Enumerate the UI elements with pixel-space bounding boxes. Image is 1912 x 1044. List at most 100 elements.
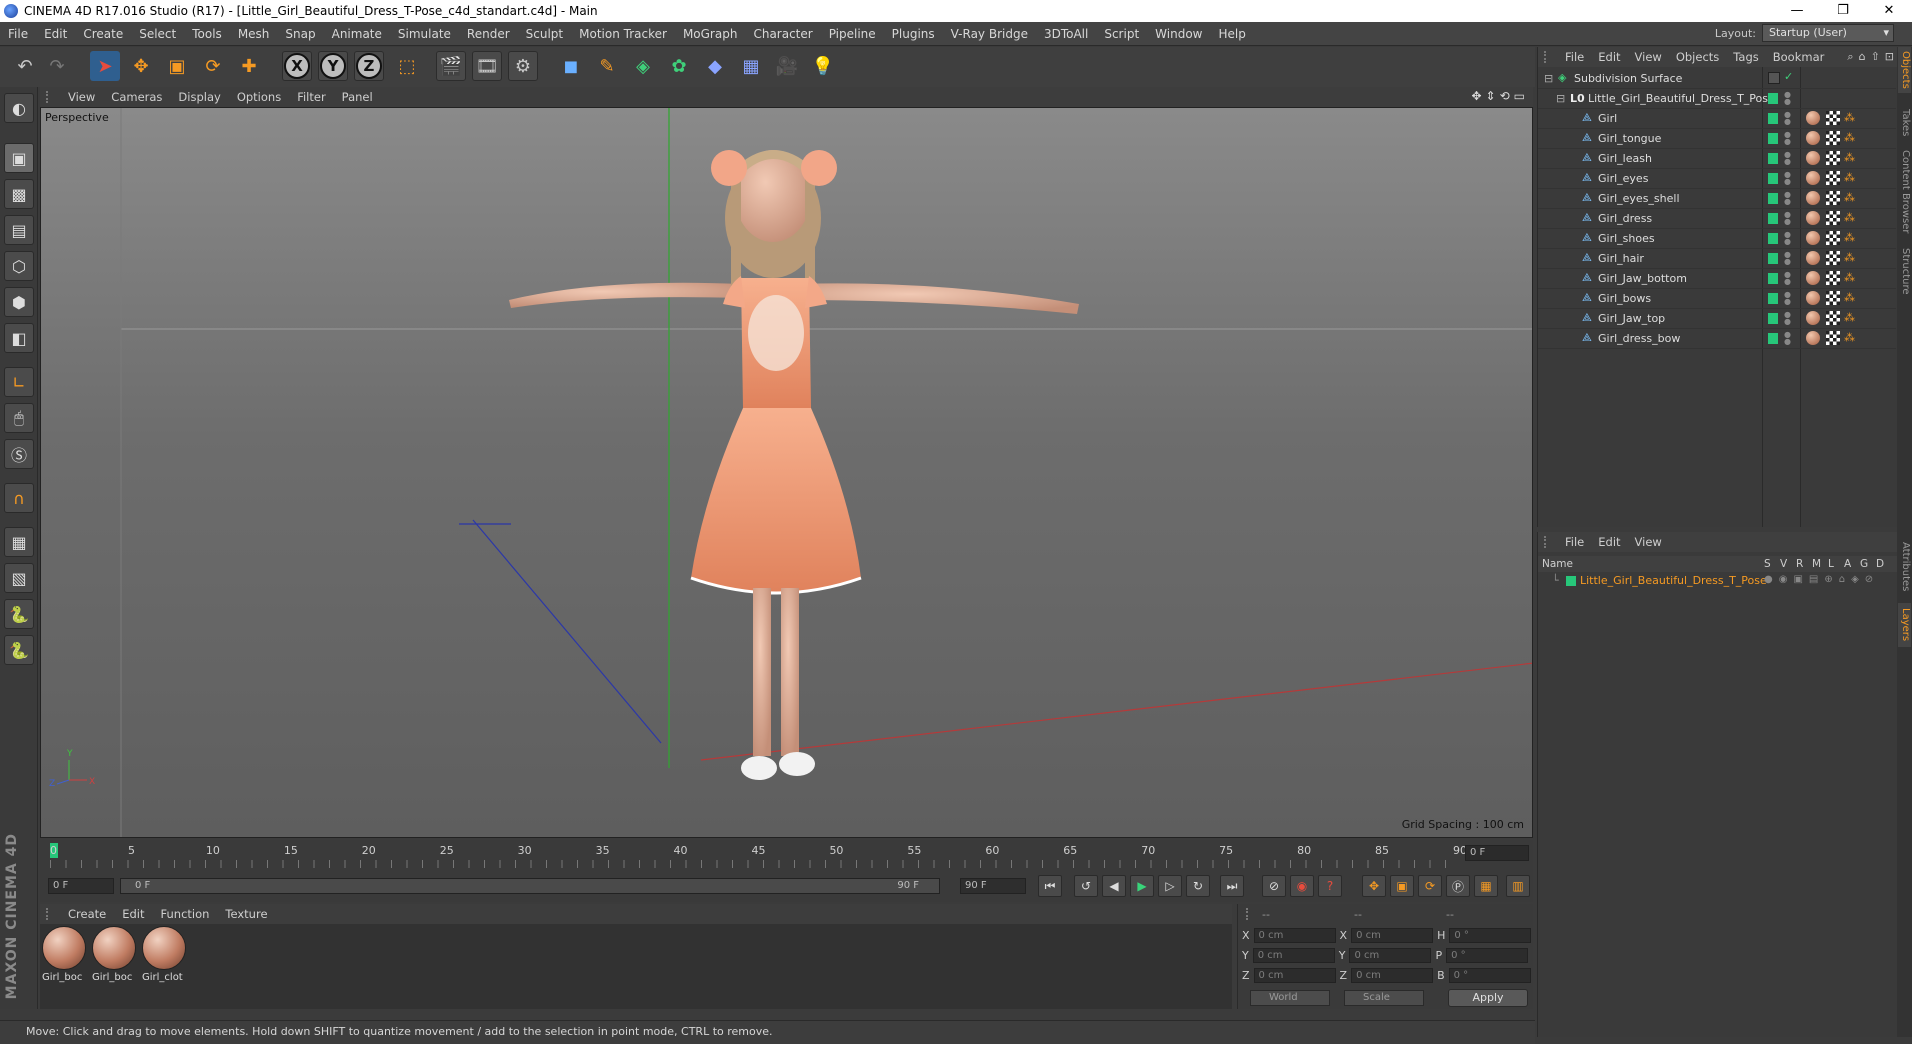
uvw-tag-icon[interactable] (1826, 291, 1840, 305)
go-to-start-icon[interactable]: ⏮ (1038, 875, 1062, 897)
menu-script[interactable]: Script (1096, 27, 1147, 41)
selection-tag-icon[interactable]: ⁂ (1844, 191, 1855, 204)
menu-select[interactable]: Select (131, 27, 184, 41)
object-row-subdivision-surface[interactable]: ⊟ ◈ Subdivision Surface ✓ (1538, 69, 1896, 89)
object-row[interactable]: ⟁ Girl_dress_bow ● ● ⁂ (1538, 329, 1896, 349)
material-tag-icon[interactable] (1806, 311, 1820, 325)
object-row[interactable]: ⟁ Girl_leash ● ● ⁂ (1538, 149, 1896, 169)
search-icon[interactable]: ⌕ (1847, 50, 1853, 64)
material-menu-edit[interactable]: Edit (114, 907, 152, 921)
material-tag-icon[interactable] (1806, 271, 1820, 285)
x-axis-toggle[interactable]: X (282, 51, 312, 81)
close-button[interactable]: ✕ (1866, 0, 1912, 22)
viewport-menu-cameras[interactable]: Cameras (103, 90, 170, 104)
selection-tag-icon[interactable]: ⁂ (1844, 171, 1855, 184)
selection-tag-icon[interactable]: ⁂ (1844, 231, 1855, 244)
tweak-mode-icon[interactable]: 🖱 (4, 403, 34, 433)
make-editable-icon[interactable]: ◐ (4, 93, 34, 123)
coordinate-type-select[interactable]: Scale (1344, 990, 1424, 1006)
menu-mograph[interactable]: MoGraph (675, 27, 746, 41)
selection-tag-icon[interactable]: ⁂ (1844, 311, 1855, 324)
position-y-field[interactable]: 0 cm (1252, 948, 1335, 963)
menu-animate[interactable]: Animate (324, 27, 390, 41)
object-row[interactable]: ⟁ Girl_dress ● ● ⁂ (1538, 209, 1896, 229)
menu-mesh[interactable]: Mesh (230, 27, 278, 41)
layer-row[interactable]: └ Little_Girl_Beautiful_Dress_T_Pose ●◉▣… (1538, 572, 1896, 590)
editor-render-dots[interactable]: ● ● (1784, 311, 1791, 326)
rotate-tool-icon[interactable]: ⟳ (198, 51, 228, 81)
object-row[interactable]: ⟁ Girl_eyes ● ● ⁂ (1538, 169, 1896, 189)
panel-grip[interactable] (46, 908, 54, 920)
visibility-swatch[interactable] (1768, 333, 1778, 344)
material-item[interactable]: Girl_clot (142, 926, 188, 983)
uvw-tag-icon[interactable] (1826, 151, 1840, 165)
menu-simulate[interactable]: Simulate (390, 27, 459, 41)
visibility-swatch[interactable] (1768, 193, 1778, 204)
menu-window[interactable]: Window (1147, 27, 1210, 41)
visibility-swatch[interactable] (1768, 153, 1778, 164)
object-row[interactable]: ⟁ Girl_eyes_shell ● ● ⁂ (1538, 189, 1896, 209)
home-icon[interactable]: ⌂ (1859, 50, 1866, 64)
menu-file[interactable]: File (0, 27, 36, 41)
editor-render-dots[interactable]: ● ● (1784, 211, 1791, 226)
record-scale-icon[interactable]: ▣ (1390, 875, 1414, 897)
frame-range-slider[interactable]: 0 F 90 F (120, 878, 940, 894)
orbit-icon[interactable]: ⟲ (1500, 89, 1510, 103)
z-axis-toggle[interactable]: Z (354, 51, 384, 81)
autokeying-icon[interactable]: ◉ (1290, 875, 1314, 897)
floor-icon[interactable]: ▦ (736, 51, 766, 81)
objects-menu-edit[interactable]: Edit (1591, 50, 1627, 64)
editor-render-dots[interactable]: ● ● (1784, 171, 1791, 186)
pan-icon[interactable]: ✥ (1471, 89, 1481, 103)
selection-tag-icon[interactable]: ⁂ (1844, 211, 1855, 224)
current-frame-field[interactable]: 0 F (1465, 845, 1529, 861)
menu-motion-tracker[interactable]: Motion Tracker (571, 27, 675, 41)
menu-3dtoall[interactable]: 3DToAll (1036, 27, 1096, 41)
object-row[interactable]: ⟁ Girl_tongue ● ● ⁂ (1538, 129, 1896, 149)
visibility-swatch[interactable] (1768, 293, 1778, 304)
object-row[interactable]: ⟁ Girl_Jaw_bottom ● ● ⁂ (1538, 269, 1896, 289)
python-console-icon[interactable]: 🐍 (4, 635, 34, 665)
layers-menu-view[interactable]: View (1628, 535, 1669, 549)
viewport-menu-view[interactable]: View (60, 90, 103, 104)
workplane-lock-icon[interactable]: ▦ (4, 527, 34, 557)
material-item[interactable]: Girl_boc (42, 926, 88, 983)
restore-button[interactable]: ❐ (1820, 0, 1866, 22)
editor-render-dots[interactable]: ● ● (1784, 331, 1791, 346)
position-x-field[interactable]: 0 cm (1253, 928, 1336, 943)
undo-icon[interactable]: ↶ (10, 51, 40, 81)
previous-frame-icon[interactable]: ◀ (1102, 875, 1126, 897)
uvw-tag-icon[interactable] (1826, 231, 1840, 245)
tab-attributes[interactable]: Attributes (1898, 537, 1911, 597)
editor-render-dots[interactable]: ● ● (1784, 111, 1791, 126)
menu-render[interactable]: Render (459, 27, 518, 41)
editor-render-dots[interactable]: ● ● (1784, 151, 1791, 166)
material-tag-icon[interactable] (1806, 111, 1820, 125)
maximize-view-icon[interactable]: ▭ (1514, 89, 1525, 103)
objects-menu-file[interactable]: File (1558, 50, 1591, 64)
enabled-check-icon[interactable]: ✓ (1784, 70, 1793, 83)
visibility-swatch[interactable] (1768, 233, 1778, 244)
editor-render-dots[interactable]: ● ● (1784, 291, 1791, 306)
selection-tag-icon[interactable]: ⁂ (1844, 131, 1855, 144)
python-script-icon[interactable]: 🐍 (4, 599, 34, 629)
layer-swatch[interactable] (1768, 72, 1780, 84)
menu-pipeline[interactable]: Pipeline (821, 27, 884, 41)
3d-viewport[interactable]: Perspective Y X Z Grid Spacing: 100 cm (40, 107, 1533, 838)
record-pla-icon[interactable]: ▦ (1474, 875, 1498, 897)
uvw-tag-icon[interactable] (1826, 271, 1840, 285)
next-key-icon[interactable]: ↻ (1186, 875, 1210, 897)
record-rotation-icon[interactable]: ⟳ (1418, 875, 1442, 897)
workplane-mode-icon[interactable]: ▤ (4, 215, 34, 245)
object-row[interactable]: ⟁ Girl_bows ● ● ⁂ (1538, 289, 1896, 309)
light-icon[interactable]: 💡 (808, 51, 838, 81)
material-tag-icon[interactable] (1806, 131, 1820, 145)
layout-select[interactable]: Startup (User) (1762, 24, 1894, 42)
layers-menu-file[interactable]: File (1558, 535, 1591, 549)
uvw-tag-icon[interactable] (1826, 211, 1840, 225)
panel-grip[interactable] (1246, 908, 1254, 920)
menu-create[interactable]: Create (75, 27, 131, 41)
tab-takes[interactable]: Takes (1898, 103, 1911, 143)
objects-menu-objects[interactable]: Objects (1669, 50, 1726, 64)
object-row[interactable]: ⟁ Girl_Jaw_top ● ● ⁂ (1538, 309, 1896, 329)
